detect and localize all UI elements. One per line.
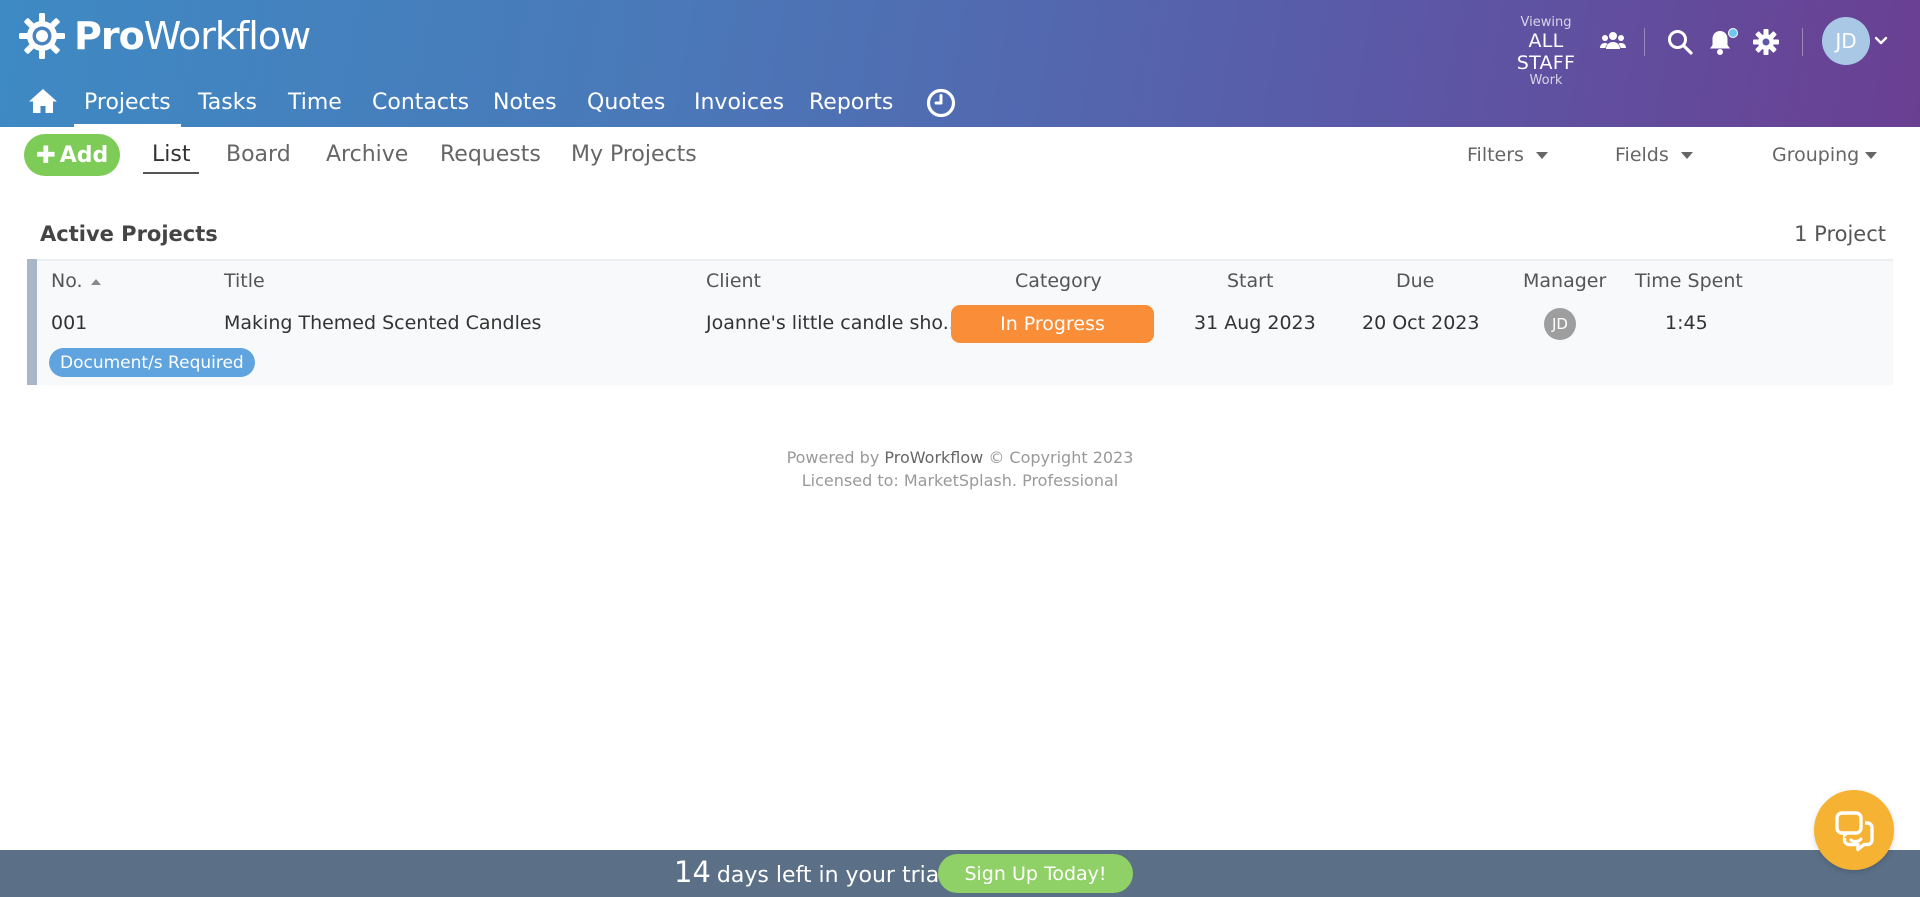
project-start-date: 31 Aug 2023: [1194, 312, 1316, 334]
plus-icon: ✚: [35, 141, 56, 169]
nav-time[interactable]: Time: [288, 88, 342, 118]
project-number[interactable]: 001: [51, 312, 87, 334]
category-status-badge[interactable]: In Progress: [951, 305, 1154, 343]
column-header-manager[interactable]: Manager: [1523, 270, 1606, 292]
trial-message: 14 days left in your trial: [674, 855, 946, 889]
column-header-no[interactable]: No.: [51, 270, 101, 292]
column-header-title[interactable]: Title: [224, 270, 265, 292]
subtab-list[interactable]: List: [142, 140, 201, 174]
viewing-sub: Work: [1529, 73, 1563, 88]
chat-bubbles-icon: [1835, 811, 1874, 852]
project-due-date: 20 Oct 2023: [1362, 312, 1480, 334]
caret-down-icon: [1680, 151, 1693, 159]
header-divider: [1644, 28, 1645, 56]
sort-ascending-icon: [90, 278, 101, 285]
subtab-requests[interactable]: Requests: [440, 140, 541, 170]
column-header-client[interactable]: Client: [706, 270, 761, 292]
subtab-my-projects[interactable]: My Projects: [571, 140, 697, 170]
license-line: Licensed to: MarketSplash. Professional: [801, 471, 1119, 490]
project-title[interactable]: Making Themed Scented Candles: [224, 312, 541, 334]
footer-brand-link[interactable]: ProWorkflow: [884, 448, 983, 467]
nav-tasks[interactable]: Tasks: [198, 88, 257, 118]
add-project-button[interactable]: ✚ Add: [24, 134, 120, 176]
project-time-spent: 1:45: [1665, 312, 1708, 334]
column-header-category[interactable]: Category: [1015, 270, 1102, 292]
notification-dot: [1728, 28, 1738, 38]
trial-days-count: 14: [674, 855, 711, 889]
search-icon[interactable]: [1666, 28, 1694, 56]
grouping-dropdown[interactable]: Grouping: [1772, 144, 1878, 166]
project-count: 1 Project: [1794, 222, 1886, 246]
users-icon[interactable]: [1600, 31, 1626, 51]
project-client[interactable]: Joanne's little candle sho...: [706, 312, 961, 334]
nav-notes[interactable]: Notes: [493, 88, 557, 118]
nav-invoices[interactable]: Invoices: [694, 88, 784, 118]
section-title: Active Projects: [40, 222, 218, 246]
header-divider: [1802, 28, 1803, 56]
nav-reports[interactable]: Reports: [809, 88, 893, 118]
manager-avatar[interactable]: JD: [1544, 308, 1576, 340]
gear-logo-icon: [19, 13, 65, 59]
help-chat-button[interactable]: [1814, 790, 1894, 870]
page-footer: Powered by ProWorkflow © Copyright 2023 …: [0, 446, 1920, 492]
column-header-due[interactable]: Due: [1396, 270, 1434, 292]
nav-quotes[interactable]: Quotes: [587, 88, 665, 118]
app-logo[interactable]: ProWorkflow: [18, 12, 311, 60]
settings-gear-icon[interactable]: [1752, 28, 1780, 56]
subtab-archive[interactable]: Archive: [326, 140, 408, 170]
column-header-time-spent[interactable]: Time Spent: [1635, 270, 1743, 292]
chevron-down-icon[interactable]: [1874, 34, 1888, 48]
nav-contacts[interactable]: Contacts: [372, 88, 469, 118]
viewing-label: Viewing: [1520, 15, 1572, 30]
filters-dropdown[interactable]: Filters: [1467, 144, 1548, 166]
fields-dropdown[interactable]: Fields: [1615, 144, 1693, 166]
nav-projects[interactable]: Projects: [74, 88, 181, 127]
caret-down-icon: [1865, 151, 1878, 159]
sign-up-button[interactable]: Sign Up Today!: [938, 854, 1133, 893]
logo-wordmark: ProWorkflow: [74, 14, 311, 58]
column-header-start[interactable]: Start: [1227, 270, 1273, 292]
user-avatar[interactable]: JD: [1822, 17, 1870, 65]
caret-down-icon: [1535, 151, 1548, 159]
project-tag[interactable]: Document/s Required: [49, 348, 255, 377]
subtab-board[interactable]: Board: [226, 140, 291, 170]
viewing-value: ALL STAFF: [1516, 30, 1576, 74]
powered-by-line: Powered by ProWorkflow © Copyright 2023: [786, 448, 1134, 467]
home-icon[interactable]: [28, 88, 58, 114]
timer-clock-icon[interactable]: [926, 88, 956, 118]
viewing-selector[interactable]: Viewing ALL STAFF Work: [1500, 16, 1592, 88]
group-color-bar: [27, 259, 37, 385]
